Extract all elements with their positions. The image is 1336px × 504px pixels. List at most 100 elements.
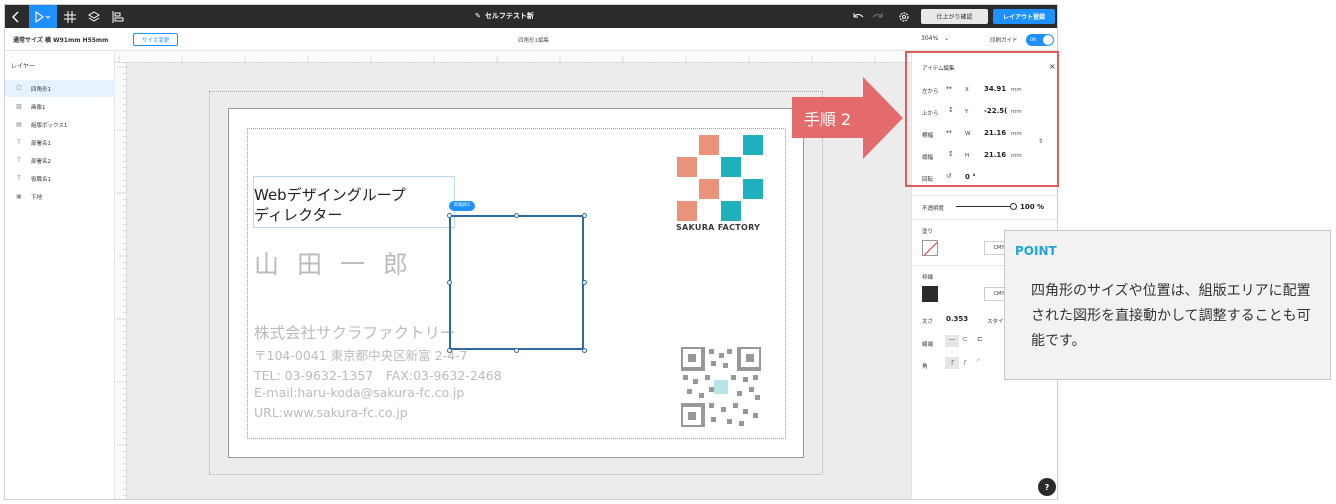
email-text[interactable]: E-mail:haru-koda@sakura-fc.co.jp [254, 385, 464, 400]
text-icon: T [17, 157, 21, 164]
select-tool-icon[interactable] [29, 5, 57, 28]
phone-text[interactable]: TEL: 03-9632-1357 FAX:03-9632-2468 [254, 365, 502, 384]
point-title: POINT [1015, 244, 1057, 258]
layer-label: 画像1 [31, 104, 46, 111]
square-icon: ☐ [16, 85, 22, 92]
print-guide-toggle[interactable]: ON [1026, 34, 1054, 46]
resize-handle[interactable] [582, 280, 587, 285]
breadcrumb: 四角形1編集 [518, 38, 549, 44]
company-name-text[interactable]: 株式会社サクラファクトリー [254, 321, 456, 343]
address-text[interactable]: 〒104-0041 東京都中央区新富 2-4-7 [254, 345, 468, 364]
layer-item[interactable]: ▨ 画像1 [5, 98, 115, 115]
corner-miter-icon[interactable]: ┌ [945, 357, 959, 369]
help-button[interactable]: ? [1038, 478, 1056, 496]
layer-label: 部署名2 [31, 158, 51, 165]
preview-confirm-button[interactable]: 仕上がり確認 [921, 9, 988, 24]
resize-handle[interactable] [447, 348, 452, 353]
line-end-flat-icon[interactable]: — [945, 335, 959, 347]
stroke-color-swatch[interactable] [922, 286, 938, 302]
layer-item[interactable]: ▣ 下地 [5, 188, 115, 205]
ruler-ticks [117, 66, 127, 496]
textbox-icon: ▤ [16, 121, 22, 128]
line-end-square-icon[interactable]: ⊏ [977, 335, 983, 343]
layer-label: 四角形1 [31, 86, 51, 93]
sakura-factory-logo[interactable] [675, 135, 767, 221]
logo-text: SAKURA FACTORY [676, 223, 761, 232]
opacity-slider-handle[interactable] [1010, 203, 1017, 210]
department-text[interactable]: Webデザイングループ ディレクター [254, 185, 406, 225]
opacity-slider-track[interactable] [956, 206, 1014, 207]
layer-item[interactable]: T 部署名1 [5, 134, 115, 151]
layer-item[interactable]: ☐ 四角形1 [5, 80, 115, 97]
layers-icon[interactable] [83, 5, 105, 28]
grid-icon[interactable] [59, 5, 81, 28]
ruler-horizontal [115, 51, 911, 66]
resize-handle[interactable] [447, 213, 452, 218]
selected-rectangle[interactable] [449, 215, 584, 350]
resize-handle[interactable] [582, 348, 587, 353]
opacity-label: 不透明度 [922, 206, 945, 212]
divider [912, 219, 1057, 220]
layers-title: レイヤー [11, 63, 35, 70]
document-title-text: セルフテスト新 [484, 12, 534, 20]
back-icon[interactable] [5, 5, 27, 28]
align-icon[interactable] [107, 5, 129, 28]
resize-handle[interactable] [582, 213, 587, 218]
layer-label: 下地 [31, 194, 43, 201]
print-guide-label: 印刷ガイド [990, 38, 1018, 44]
layer-label: 部署名1 [31, 140, 51, 147]
corner-round-icon[interactable]: ╭ [962, 357, 966, 365]
zoom-select[interactable]: 304% ⌄ [921, 35, 949, 42]
settings-gear-icon[interactable] [893, 5, 915, 28]
layer-item[interactable]: T 部署名2 [5, 152, 115, 169]
point-box: POINT 四角形のサイズや位置は、組版エリアに配置された図形を直接動かして調整… [1004, 230, 1331, 380]
card-size-label: 通常サイズ 横 W91mm H55mm [13, 37, 109, 44]
change-size-button[interactable]: サイズ変更 [133, 33, 178, 46]
layers-panel: レイヤー ☐ 四角形1 ▨ 画像1 ▤ 組版ボックス1 T 部署名1 T 部署名2 T 役職… [5, 51, 115, 499]
ruler-vertical [115, 63, 127, 499]
stroke-label: 枠線 [922, 275, 934, 281]
url-text[interactable]: URL:www.sakura-fc.co.jp [254, 405, 408, 420]
step-arrow-icon [863, 77, 903, 159]
text-icon: T [17, 175, 21, 182]
layer-item[interactable]: ▤ 組版ボックス1 [5, 116, 115, 133]
zoom-value: 304% [921, 35, 939, 42]
toggle-knob [1043, 35, 1053, 45]
thickness-value-input[interactable]: 0.353 [946, 315, 968, 323]
background-icon: ▣ [16, 193, 22, 200]
layer-label: 組版ボックス1 [31, 122, 68, 129]
fill-label: 塗り [922, 229, 934, 235]
business-card[interactable]: Webデザイングループ ディレクター 山田一郎 株式会社サクラファクトリー 〒10… [228, 108, 804, 458]
divider [912, 195, 1057, 196]
layer-item[interactable]: T 役職名1 [5, 170, 115, 187]
point-body: 四角形のサイズや位置は、組版エリアに配置された図形を直接動かして調整することも可… [1031, 283, 1311, 349]
top-toolbar: ✎ セルフテスト新 仕上がり確認 レイアウト登録 [5, 5, 1057, 28]
fill-none-swatch[interactable] [922, 240, 938, 256]
edit-pencil-icon: ✎ [475, 12, 481, 20]
thickness-label: 太さ [922, 319, 934, 325]
resize-handle[interactable] [514, 348, 519, 353]
qr-code-image[interactable] [681, 347, 761, 427]
undo-icon[interactable] [847, 5, 869, 28]
corner-bevel-icon[interactable]: ◜ [977, 357, 980, 365]
person-name-text[interactable]: 山田一郎 [254, 245, 426, 281]
department-line: Webデザイングループ [254, 186, 406, 204]
corner-label: 角 [922, 364, 928, 370]
resize-handle[interactable] [514, 213, 519, 218]
text-icon: T [17, 139, 21, 146]
line-end-round-icon[interactable]: ⊂ [962, 335, 968, 343]
document-title: ✎ セルフテスト新 [475, 5, 534, 28]
item-edit-highlight [905, 51, 1059, 187]
image-icon: ▨ [16, 103, 22, 110]
sub-toolbar: 通常サイズ 横 W91mm H55mm サイズ変更 四角形1編集 304% ⌄ 印… [5, 28, 1057, 51]
opacity-value: 100 % [1020, 203, 1045, 211]
selected-object-tag: 四角形1 [449, 201, 476, 211]
title-line: ディレクター [254, 206, 343, 224]
chevron-down-icon: ⌄ [944, 35, 950, 42]
toggle-label: ON [1030, 37, 1037, 42]
layout-save-button[interactable]: レイアウト登録 [993, 9, 1055, 24]
layer-label: 役職名1 [31, 176, 51, 183]
redo-icon[interactable] [867, 5, 889, 28]
step-callout: 手順 2 [792, 97, 863, 138]
resize-handle[interactable] [447, 280, 452, 285]
